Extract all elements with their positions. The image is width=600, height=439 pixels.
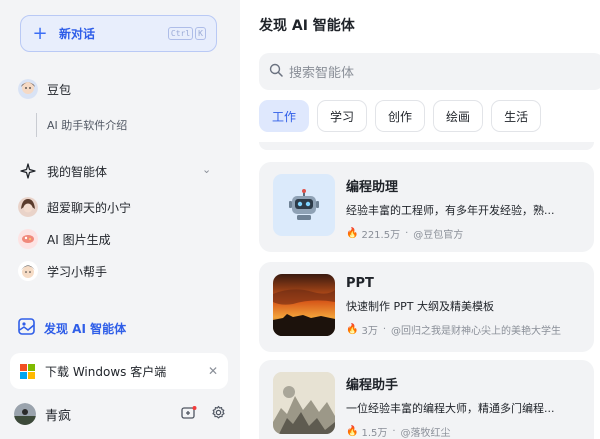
agent-card-count: 1.5万	[361, 428, 388, 438]
agent-card-desc: 快速制作 PPT 大纲及精美模板	[346, 300, 494, 313]
category-tabs: 工作 学习 创作 绘画 生活	[259, 100, 542, 132]
tab-draw[interactable]: 绘画	[433, 100, 484, 132]
gear-icon[interactable]	[211, 405, 226, 423]
shortcut-key-k: K	[195, 27, 206, 40]
new-chat-label: 新对话	[59, 27, 96, 41]
tab-life[interactable]: 生活	[491, 100, 542, 132]
doubao-avatar	[18, 79, 38, 99]
agent-avatar-study	[18, 261, 38, 281]
close-icon[interactable]: ✕	[208, 364, 218, 378]
shortcut-key-ctrl: Ctrl	[167, 27, 194, 40]
image-gen-icon	[18, 229, 38, 249]
sidebar-agent-item[interactable]: 学习小帮手	[18, 258, 107, 284]
robot-icon	[273, 174, 335, 236]
sparkle-icon	[18, 161, 38, 181]
agent-card-count: 221.5万	[361, 230, 401, 240]
sunset-thumbnail	[273, 274, 335, 336]
user-avatar	[14, 403, 36, 425]
agent-label: 超爱聊天的小宁	[47, 200, 132, 215]
plus-icon: +	[32, 22, 48, 44]
agent-card-author: @豆包官方	[413, 230, 464, 240]
discover-label: 发现 AI 智能体	[44, 321, 127, 336]
agent-card-desc: 经验丰富的工程师，有多年开发经验，熟...	[346, 204, 555, 217]
agent-card[interactable]: 编程助手 一位经验丰富的编程大师，精通多门编程... 🔥 1.5万 · @落牧红…	[259, 360, 594, 439]
my-agents-label: 我的智能体	[47, 164, 108, 179]
user-profile[interactable]: 青疯	[14, 401, 226, 427]
tab-work[interactable]: 工作	[259, 100, 310, 132]
discover-agents-link[interactable]: 发现 AI 智能体	[18, 318, 126, 338]
agent-card-title: 编程助手	[346, 378, 399, 393]
main-panel: 发现 AI 智能体 搜索智能体 工作 学习 创作 绘画 生活 编程助理 经验丰富…	[240, 0, 600, 439]
sidebar: + 新对话 Ctrl K 豆包 AI 助手软件介绍 我的智能体 ⌄ 超爱聊天的小…	[0, 0, 240, 439]
sidebar-agent-item[interactable]: 超爱聊天的小宁	[18, 194, 131, 220]
agent-label: 学习小帮手	[47, 264, 108, 279]
scrolled-card-edge	[259, 142, 594, 150]
search-icon	[269, 63, 283, 80]
search-placeholder: 搜索智能体	[289, 66, 355, 81]
download-label: 下载 Windows 客户端	[45, 364, 167, 379]
agent-card-title: 编程助理	[346, 180, 399, 195]
tab-create[interactable]: 创作	[375, 100, 426, 132]
shortcut-hint: Ctrl K	[167, 27, 206, 40]
agent-card-author: @落牧红尘	[400, 428, 451, 438]
agent-card-author: @回归之我是财神心尖上的美艳大学生	[391, 326, 562, 337]
new-chat-button[interactable]: + 新对话 Ctrl K	[20, 15, 217, 52]
page-title: 发现 AI 智能体	[259, 18, 355, 34]
agent-card-title: PPT	[346, 276, 374, 291]
sidebar-agent-item[interactable]: AI 图片生成	[18, 226, 111, 252]
my-agents-header[interactable]: 我的智能体	[18, 158, 107, 184]
add-screen-icon[interactable]	[181, 405, 197, 424]
chevron-down-icon[interactable]: ⌄	[202, 163, 211, 176]
download-client-banner[interactable]: 下载 Windows 客户端 ✕	[10, 353, 228, 389]
sidebar-chat-item[interactable]: AI 助手软件介绍	[36, 113, 127, 137]
agent-card[interactable]: PPT 快速制作 PPT 大纲及精美模板 🔥 3万 · @回归之我是财神心尖上的…	[259, 262, 594, 352]
doubao-label: 豆包	[47, 82, 72, 97]
landscape-painting-thumbnail	[273, 372, 335, 434]
tab-study[interactable]: 学习	[317, 100, 368, 132]
fire-icon: 🔥	[346, 426, 359, 437]
agent-label: AI 图片生成	[47, 232, 111, 247]
agent-card-desc: 一位经验丰富的编程大师，精通多门编程...	[346, 402, 555, 415]
discover-icon	[18, 318, 35, 338]
agent-card[interactable]: 编程助理 经验丰富的工程师，有多年开发经验，熟... 🔥 221.5万 · @豆…	[259, 162, 594, 252]
user-name: 青疯	[45, 408, 72, 424]
windows-icon	[20, 363, 35, 379]
agent-card-count: 3万	[361, 326, 378, 337]
agent-avatar-girl	[18, 197, 38, 217]
fire-icon: 🔥	[346, 228, 359, 239]
sidebar-item-doubao[interactable]: 豆包	[18, 76, 71, 102]
search-input[interactable]: 搜索智能体	[259, 53, 600, 90]
fire-icon: 🔥	[346, 324, 359, 335]
